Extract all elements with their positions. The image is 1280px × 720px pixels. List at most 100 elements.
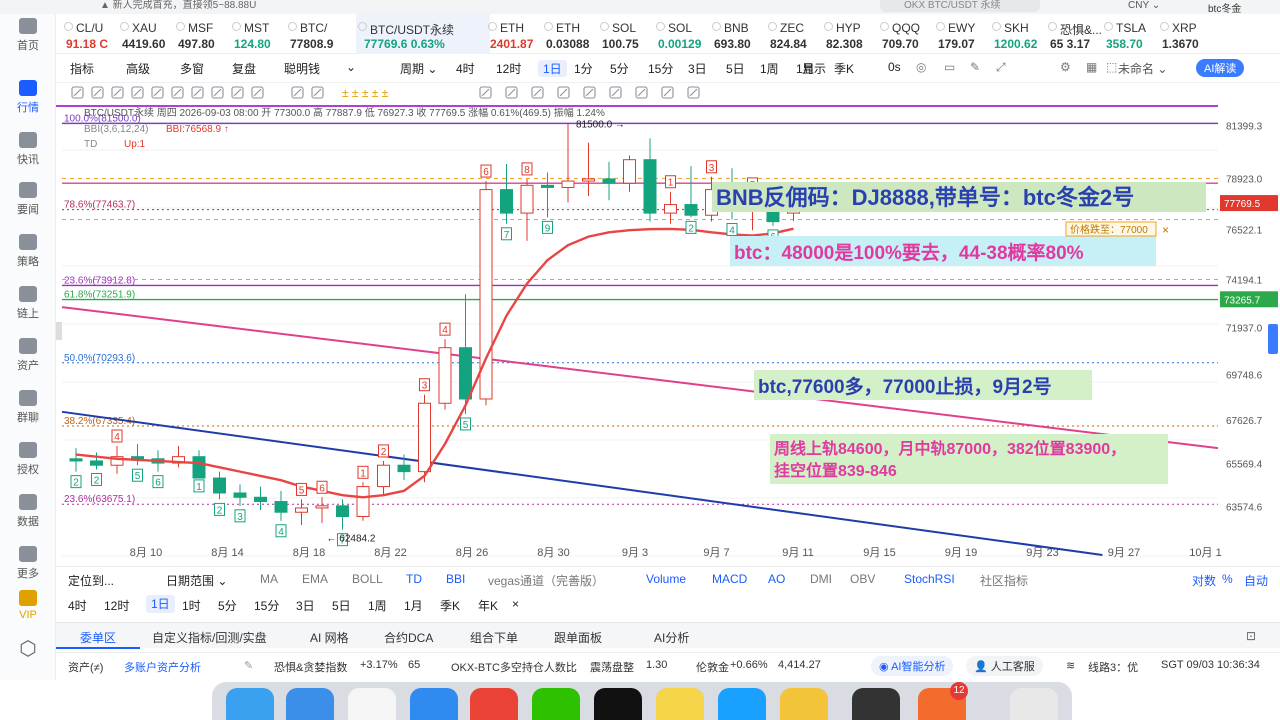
path-icon[interactable] [211, 86, 224, 99]
scale-option-2[interactable]: 自动 [1244, 572, 1268, 589]
ticker-7[interactable]: ETH 0.03088 [542, 14, 598, 54]
promo-notice[interactable]: ▲ 新人完成首充，直接领5~88.88U [100, 0, 256, 12]
candle[interactable] [541, 172, 554, 218]
candle[interactable] [172, 445, 185, 468]
currency-select[interactable]: CNY ⌄ [1128, 0, 1160, 11]
expand-icon[interactable]: ⤢ [996, 60, 1006, 75]
candle[interactable] [582, 142, 595, 197]
favorite-star-icon[interactable] [656, 22, 665, 31]
ray-icon[interactable] [111, 86, 124, 99]
channel-icon[interactable] [131, 86, 144, 99]
close-icon[interactable]: × [1162, 223, 1169, 237]
toolbar-item-10[interactable]: 1分 [574, 60, 593, 77]
global-search-input[interactable]: OKX BTC/USDT 永续 [880, 0, 1040, 12]
ticker-5[interactable]: BTC/USDT永续 77769.6 0.63% [356, 14, 490, 54]
candle[interactable] [561, 123, 575, 203]
bnb-annotation[interactable]: BNB反佣码：DJ8888,带单号：btc冬金2号 [712, 182, 1206, 212]
toolbar-item-4[interactable]: 聪明钱 [284, 60, 320, 77]
toolbar-item-8[interactable]: 12时 [496, 60, 521, 77]
favorite-star-icon[interactable] [824, 22, 833, 31]
indicator-left-3[interactable]: EMA [302, 572, 328, 586]
sidebar-item-2[interactable]: 快讯 [0, 132, 56, 167]
period-tab-9[interactable]: 1月 [404, 597, 423, 614]
trash-icon[interactable] [1010, 688, 1058, 720]
sidebar-item-1[interactable]: 行情 [0, 80, 56, 115]
sidebar-item-5[interactable]: 链上 [0, 286, 56, 321]
candle[interactable] [90, 452, 103, 470]
favorite-star-icon[interactable] [358, 22, 367, 31]
cursor-icon[interactable] [71, 86, 84, 99]
candle[interactable] [520, 178, 534, 241]
collapse-panel-icon[interactable]: ⊡ [1246, 629, 1256, 643]
indicator-right-2[interactable]: AO [768, 572, 785, 586]
app-store-icon[interactable] [410, 688, 458, 720]
qq-icon[interactable] [718, 688, 766, 720]
lark-icon[interactable] [780, 688, 828, 720]
ai-analysis-button[interactable]: ◉ AI智能分析 [871, 656, 954, 676]
crosshair-icon[interactable] [479, 86, 492, 99]
favorite-star-icon[interactable] [1160, 22, 1169, 31]
notes-icon[interactable] [656, 688, 704, 720]
redo-icon[interactable] [687, 86, 700, 99]
period-tab-7[interactable]: 5日 [332, 597, 351, 614]
filter-icon[interactable] [635, 86, 648, 99]
ticker-0[interactable]: CL/U 91.18 C [62, 14, 118, 54]
period-tab-0[interactable]: 4时 [68, 597, 87, 614]
eraser-icon[interactable] [311, 86, 324, 99]
period-tab-4[interactable]: 5分 [218, 597, 237, 614]
finder-icon[interactable] [226, 688, 274, 720]
toolbar-item-13[interactable]: 3日 [688, 60, 707, 77]
export-icon[interactable]: ⬚ [1106, 60, 1117, 74]
candle[interactable] [274, 490, 288, 521]
favorite-star-icon[interactable] [288, 22, 297, 31]
panel-tab-4[interactable]: 组合下单 [470, 629, 518, 646]
indicator-left-0[interactable]: 定位到... [68, 572, 114, 589]
favorite-star-icon[interactable] [232, 22, 241, 31]
shape-icon[interactable] [291, 86, 304, 99]
indicator-left-4[interactable]: BOLL [352, 572, 383, 586]
favorite-star-icon[interactable] [120, 22, 129, 31]
safari-icon[interactable] [286, 688, 334, 720]
wechat-icon[interactable] [532, 688, 580, 720]
toolbar-item-12[interactable]: 15分 [648, 60, 673, 77]
ticker-12[interactable]: HYP 82.308 [822, 14, 878, 54]
period-tab-12[interactable]: × [512, 597, 519, 611]
multi-account-link[interactable]: 多账户资产分析 [124, 659, 201, 675]
toolbar-item-0[interactable]: 指标 [70, 60, 94, 77]
favorite-star-icon[interactable] [64, 22, 73, 31]
indicator-left-7[interactable]: vegas通道（完善版） [488, 572, 604, 589]
fullscreen-icon[interactable]: ▭ [944, 60, 955, 74]
panel-tab-6[interactable]: AI分析 [654, 629, 689, 646]
ticker-8[interactable]: SOL 100.75 [598, 14, 654, 54]
ticker-17[interactable]: TSLA 358.70 [1102, 14, 1158, 54]
ticker-2[interactable]: MSF 497.80 [174, 14, 230, 54]
indicator-right-6[interactable]: 社区指标 [980, 572, 1028, 589]
candle[interactable] [438, 339, 452, 410]
sidebar-item-7[interactable]: 群聊 [0, 390, 56, 425]
candle[interactable] [500, 163, 513, 224]
period-tab-5[interactable]: 15分 [254, 597, 279, 614]
magnet-icon[interactable] [505, 86, 518, 99]
lock-icon[interactable] [531, 86, 544, 99]
scale-option-1[interactable]: % [1222, 572, 1233, 586]
candlestick-chart-svg[interactable]: 100.0%(81500.0)78.6%(77463.7)61.8%(73251… [56, 102, 1280, 562]
toolbar-item-17[interactable]: 季K [834, 60, 854, 77]
ticker-1[interactable]: XAU 4419.60 [118, 14, 174, 54]
favorite-star-icon[interactable] [488, 22, 497, 31]
sidebar-item-9[interactable]: 数据 [0, 494, 56, 529]
candle[interactable] [233, 484, 247, 506]
favorite-star-icon[interactable] [880, 22, 889, 31]
brush-icon[interactable] [231, 86, 244, 99]
period-tab-2[interactable]: 1日 [146, 595, 175, 613]
btc-entry-annotation[interactable]: btc,77600多，77000止损，9月2号 [754, 370, 1092, 400]
toolbar-item-5[interactable]: ⌄ [346, 60, 356, 74]
ticker-6[interactable]: ETH 2401.87 [486, 14, 542, 54]
ticker-10[interactable]: BNB 693.80 [710, 14, 766, 54]
edit-icon[interactable]: ✎ [970, 60, 980, 74]
sidebar-item-11[interactable]: VIP [0, 590, 56, 621]
toolbar-item-11[interactable]: 5分 [610, 60, 629, 77]
candle[interactable] [295, 499, 308, 526]
candle[interactable] [356, 482, 370, 521]
favorite-star-icon[interactable] [1048, 22, 1057, 31]
candle[interactable] [664, 191, 677, 224]
